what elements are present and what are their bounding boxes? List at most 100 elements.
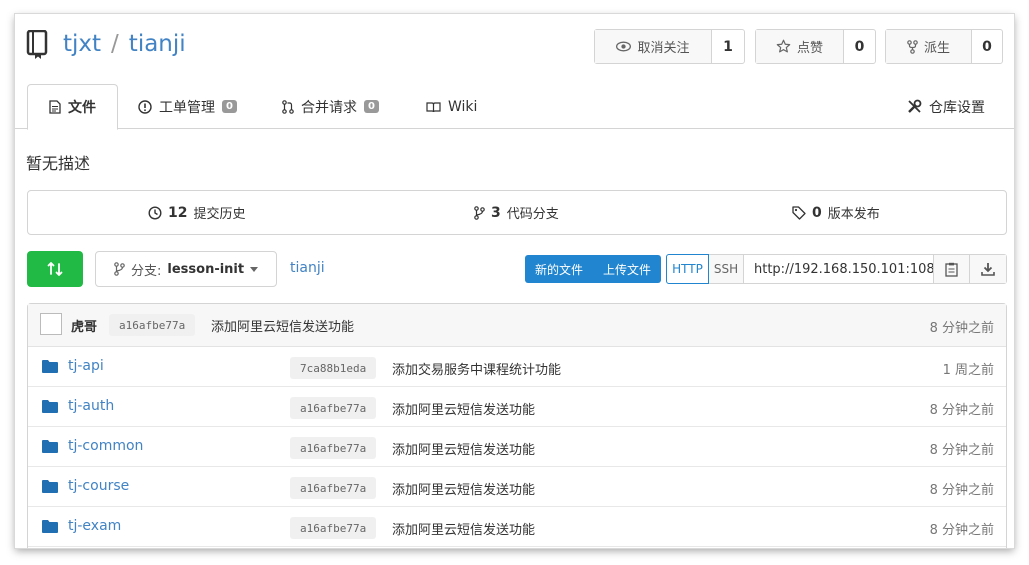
file-commit-message[interactable]: 添加阿里云短信发送功能 (392, 439, 535, 458)
new-file-button[interactable]: 新的文件 (525, 261, 593, 278)
tab-wiki-label: Wiki (448, 98, 478, 115)
branch-prefix: 分支: (131, 263, 162, 279)
repo-tabs: 文件 工单管理 0 合并请求 0 Wiki 仓库设置 (15, 84, 1014, 130)
file-commit-message[interactable]: 添加阿里云短信发送功能 (392, 399, 535, 418)
file-commit-message[interactable]: 添加阿里云短信发送功能 (392, 519, 535, 538)
star-label: 点赞 (796, 41, 823, 56)
tab-issues-label: 工单管理 (159, 99, 215, 116)
tab-files-label: 文件 (68, 100, 96, 116)
folder-icon (42, 480, 58, 493)
file-commit-sha[interactable]: a16afbe77a (290, 517, 377, 539)
file-commit-sha[interactable]: a16afbe77a (290, 477, 377, 499)
clone-url-input[interactable]: http://192.168.150.101:10880/tjxt/tianji… (744, 255, 934, 283)
repo-name-link[interactable]: tianji (129, 31, 186, 57)
commit-sha[interactable]: a16afbe77a (109, 314, 196, 336)
history-icon (148, 205, 162, 220)
watch-button-group: 取消关注 1 (594, 29, 745, 64)
file-commit-message[interactable]: 添加交易服务中课程统计功能 (392, 359, 561, 378)
ssh-clone-button[interactable]: SSH (709, 255, 744, 283)
file-name-link[interactable]: tj-api (68, 358, 104, 374)
fork-icon (907, 39, 918, 54)
branches-count: 3 (491, 204, 501, 221)
file-name-link[interactable]: tj-auth (68, 398, 114, 414)
folder-icon (42, 400, 58, 413)
unwatch-label: 取消关注 (637, 41, 690, 56)
file-row[interactable]: tj-common a16afbe77a 添加阿里云短信发送功能 8 分钟之前 (28, 427, 1006, 467)
unwatch-button[interactable]: 取消关注 (595, 30, 712, 63)
clone-url-bar: HTTP SSH http://192.168.150.101:10880/tj… (666, 254, 1007, 284)
issues-count-badge: 0 (222, 100, 237, 113)
file-name-link[interactable]: tj-common (68, 438, 143, 454)
branch-name: lesson-init (167, 261, 245, 277)
folder-icon (42, 520, 58, 533)
file-row[interactable]: tj-course a16afbe77a 添加阿里云短信发送功能 8 分钟之前 (28, 467, 1006, 507)
avatar[interactable] (40, 313, 62, 335)
commit-author[interactable]: 虎哥 (71, 316, 97, 335)
file-row[interactable]: tj-auth a16afbe77a 添加阿里云短信发送功能 8 分钟之前 (28, 387, 1006, 427)
tab-issues[interactable]: 工单管理 0 (138, 84, 237, 129)
fork-button-group: 派生 0 (885, 29, 1003, 64)
releases-count: 0 (812, 204, 822, 221)
breadcrumb-repo-link[interactable]: tianji (290, 260, 325, 276)
file-commit-time: 8 分钟之前 (929, 443, 994, 458)
pull-requests-count-badge: 0 (364, 100, 379, 113)
file-row[interactable]: tj-exam a16afbe77a 添加阿里云短信发送功能 8 分钟之前 (28, 507, 1006, 547)
tab-pull-requests[interactable]: 合并请求 0 (282, 84, 379, 129)
compare-button[interactable] (27, 251, 83, 287)
tab-pull-requests-label: 合并请求 (301, 99, 357, 116)
caret-down-icon (250, 266, 259, 272)
watch-count[interactable]: 1 (712, 30, 744, 63)
http-clone-button[interactable]: HTTP (666, 254, 709, 284)
file-commit-time: 1 周之前 (942, 363, 994, 378)
copy-url-button[interactable] (934, 255, 970, 283)
star-button-group: 点赞 0 (755, 29, 876, 64)
commits-label: 提交历史 (193, 207, 246, 222)
file-row[interactable]: tj-api 7ca88b1eda 添加交易服务中课程统计功能 1 周之前 (28, 347, 1006, 387)
file-name-link[interactable]: tj-course (68, 478, 129, 494)
file-name-link[interactable]: tj-exam (68, 518, 121, 534)
commit-time: 8 分钟之前 (929, 321, 994, 336)
commits-stat-link[interactable]: 12 提交历史 (148, 191, 246, 234)
repo-owner-link[interactable]: tjxt (63, 31, 101, 57)
pull-request-icon (282, 99, 294, 114)
download-button[interactable] (970, 255, 1006, 283)
tab-settings-label: 仓库设置 (929, 99, 985, 116)
compare-icon (47, 262, 63, 276)
fork-count[interactable]: 0 (972, 30, 1002, 63)
repo-page: tjxt / tianji 取消关注 1 点赞 0 派生 0 文件 工单管理 0 (15, 14, 1014, 548)
tab-files[interactable]: 文件 (27, 84, 118, 130)
branch-selector[interactable]: 分支: lesson-init (95, 251, 277, 287)
file-commit-message[interactable]: 添加阿里云短信发送功能 (392, 479, 535, 498)
folder-icon (42, 440, 58, 453)
fork-button[interactable]: 派生 (886, 30, 972, 63)
tab-wiki[interactable]: Wiki (426, 84, 477, 129)
book-icon (426, 101, 441, 112)
issue-icon (138, 99, 152, 114)
star-count[interactable]: 0 (844, 30, 875, 63)
releases-stat-link[interactable]: 0 版本发布 (792, 191, 880, 234)
commit-message: 添加阿里云短信发送功能 (211, 320, 355, 335)
branches-stat-link[interactable]: 3 代码分支 (474, 191, 559, 234)
latest-commit-row: 虎哥 a16afbe77a 添加阿里云短信发送功能 8 分钟之前 (28, 304, 1006, 347)
repo-description: 暂无描述 (26, 154, 91, 173)
tab-settings[interactable]: 仓库设置 (907, 84, 985, 129)
eye-icon (616, 41, 632, 52)
repo-title: tjxt / tianji (63, 31, 186, 57)
file-action-group: 新的文件 上传文件 (525, 255, 661, 283)
file-commit-sha[interactable]: a16afbe77a (290, 397, 377, 419)
file-commit-sha[interactable]: 7ca88b1eda (290, 357, 377, 379)
download-icon (981, 263, 995, 276)
star-button[interactable]: 点赞 (756, 30, 844, 63)
file-commit-sha[interactable]: a16afbe77a (290, 437, 377, 459)
releases-label: 版本发布 (827, 207, 880, 222)
file-commit-time: 8 分钟之前 (929, 523, 994, 538)
file-commit-time: 8 分钟之前 (929, 483, 994, 498)
tools-icon (908, 99, 922, 113)
repo-title-separator: / (111, 31, 119, 57)
file-commit-time: 8 分钟之前 (929, 403, 994, 418)
commits-count: 12 (168, 204, 188, 221)
branches-label: 代码分支 (506, 207, 559, 222)
file-table: 虎哥 a16afbe77a 添加阿里云短信发送功能 8 分钟之前 tj-api … (27, 303, 1007, 548)
upload-file-button[interactable]: 上传文件 (593, 261, 661, 278)
star-icon (776, 39, 791, 53)
